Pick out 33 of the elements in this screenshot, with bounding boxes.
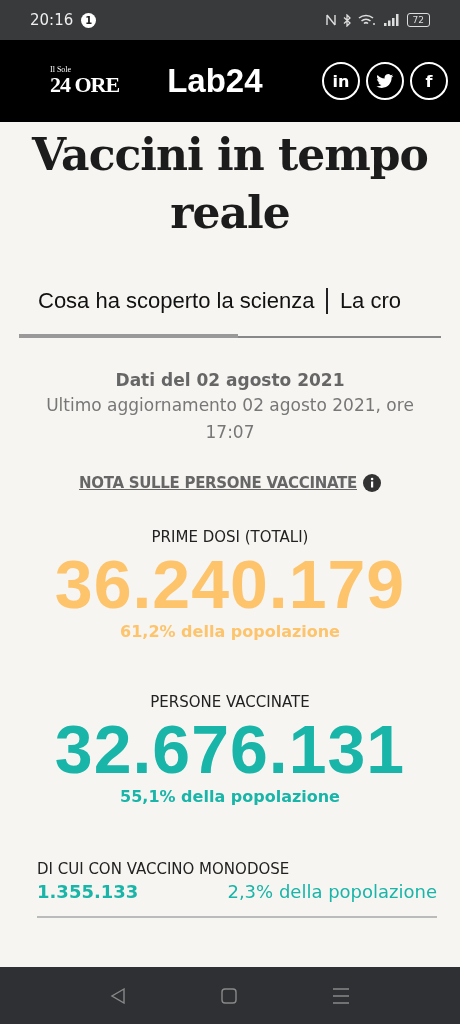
stat-value: 1.355.133 [37,880,139,902]
signal-icon [382,14,399,26]
stat-label: PERSONE VACCINATE [150,692,310,711]
page-title: Vaccini in tempo reale [30,128,429,240]
logo[interactable]: Lab24 [167,62,263,100]
battery-level: 72 [406,13,430,27]
bluetooth-icon [342,13,351,27]
stat-label: PRIME DOSI (TOTALI) [151,527,309,546]
note-link[interactable]: NOTA SULLE PERSONE VACCINATE [79,473,357,492]
logo[interactable]: 24 ORE [50,74,120,96]
home-icon[interactable] [221,987,237,1004]
wifi-icon [357,14,376,26]
population-share: 55,1% della popolazione [120,786,340,806]
stat-label: DI CUI CON VACCINO MONODOSE [37,859,291,878]
info-icon[interactable] [363,473,381,492]
bird-icon [376,73,394,89]
population-share: 61,2% della popolazione [120,621,340,641]
logo-text: Il Sole [50,66,73,74]
clock-time: 20:16 [30,11,74,29]
tab[interactable]: Cosa ha scoperto la scienza [38,288,315,314]
linkedin-button[interactable]: in [322,62,360,100]
stat-value: 32.676.131 [54,710,406,787]
notification-badge: 1 [81,12,97,28]
facebook-button[interactable]: f [410,62,448,100]
tab[interactable]: La cro [339,288,402,314]
population-share: 2,3% della popolazione [227,880,437,902]
nfc-icon [325,14,336,26]
menu-icon[interactable] [332,987,350,1004]
stat-value: 36.240.179 [54,545,406,622]
twitter-button[interactable] [366,62,404,100]
data-date: Dati del 02 agosto 2021 [114,369,346,390]
back-icon[interactable] [110,987,126,1004]
last-update-text: Ultimo aggiornamento 02 agosto 2021, ore 17:07 [45,393,415,444]
